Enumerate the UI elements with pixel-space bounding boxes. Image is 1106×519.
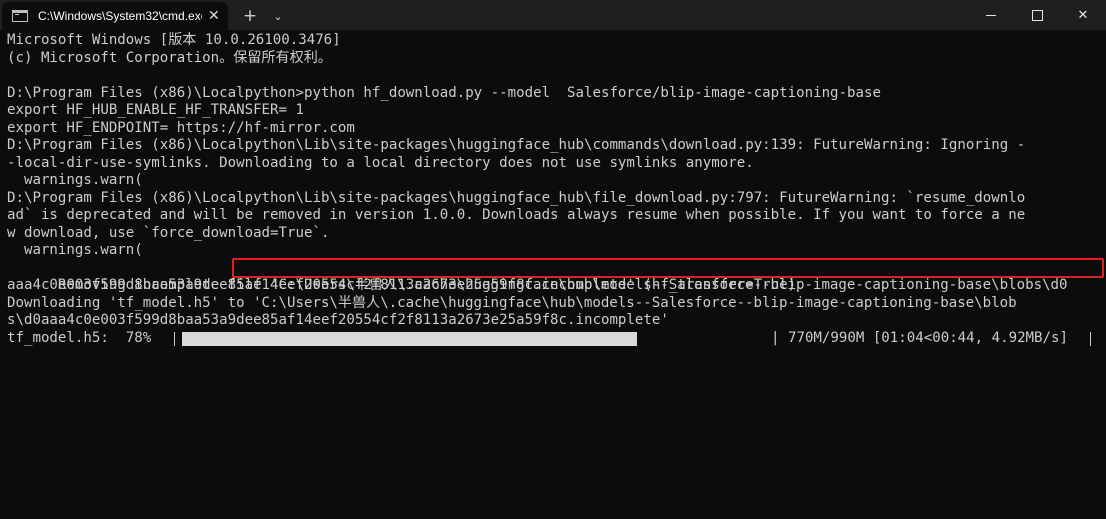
- new-tab-button[interactable]: +: [232, 2, 268, 30]
- maximize-icon: [1031, 9, 1043, 21]
- title-bar: C:\Windows\System32\cmd.exe ✕ + ⌄ ✕: [0, 0, 1106, 30]
- terminal-line: -local-dir-use-symlinks. Downloading to …: [7, 154, 754, 171]
- terminal-icon: [12, 10, 28, 22]
- terminal-line: D:\Program Files (x86)\Localpython>pytho…: [7, 84, 881, 101]
- progress-label: tf_model.h5: 78%: [7, 329, 152, 346]
- close-icon: ✕: [1077, 7, 1089, 23]
- terminal-line: warnings.warn(: [7, 172, 143, 188]
- progress-bar-left-edge: [174, 331, 175, 346]
- close-button[interactable]: ✕: [1060, 0, 1106, 30]
- progress-bar: [182, 331, 765, 346]
- progress-fill: [182, 331, 637, 346]
- minimize-icon: [986, 14, 996, 16]
- highlight-box: [232, 257, 1104, 278]
- minimize-button[interactable]: [968, 0, 1014, 30]
- download-progress: tf_model.h5: 78% | 770M/990M [01:04<00:4…: [7, 330, 1106, 348]
- chevron-down-icon[interactable]: ⌄: [268, 2, 288, 30]
- terminal-line: warnings.warn(: [7, 242, 143, 258]
- terminal-line: D:\Program Files (x86)\Localpython\Lib\s…: [7, 137, 1026, 153]
- window-controls: ✕: [968, 0, 1106, 30]
- terminal-line: export HF_ENDPOINT= https://hf-mirror.co…: [7, 119, 355, 136]
- terminal-line: w download, use `force_download=True`.: [7, 224, 330, 241]
- terminal-line: Downloading 'tf_model.h5' to 'C:\Users\半…: [7, 294, 1017, 311]
- terminal-line: Microsoft Windows [版本 10.0.26100.3476]: [7, 32, 341, 48]
- tab-title: C:\Windows\System32\cmd.exe: [38, 9, 202, 23]
- terminal-line: D:\Program Files (x86)\Localpython\Lib\s…: [7, 189, 1026, 206]
- removing-text: Removing incomplete file 'C:\Users\半兽人\.…: [57, 277, 1068, 293]
- progress-stats: | 770M/990M [01:04<00:44, 4.92MB/s]: [771, 329, 1068, 346]
- terminal-line-removing: Removing incomplete file 'C:\Users\半兽人\.…: [7, 257, 1106, 293]
- terminal-line: s\d0aaa4c0e003f599d8baa53a9dee85af14eef2…: [7, 312, 669, 328]
- terminal-line: ad` is deprecated and will be removed in…: [7, 207, 1026, 223]
- tab-close-icon[interactable]: ✕: [208, 8, 220, 24]
- tab-cmd[interactable]: C:\Windows\System32\cmd.exe ✕: [2, 2, 228, 30]
- terminal-output[interactable]: Microsoft Windows [版本 10.0.26100.3476] (…: [7, 32, 1106, 347]
- terminal-line: (c) Microsoft Corporation。保留所有权利。: [7, 49, 332, 66]
- text-cursor: [1090, 331, 1091, 346]
- terminal-window: C:\Windows\System32\cmd.exe ✕ + ⌄ ✕ Micr…: [0, 0, 1106, 519]
- maximize-button[interactable]: [1014, 0, 1060, 30]
- terminal-line: export HF_HUB_ENABLE_HF_TRANSFER= 1: [7, 102, 304, 118]
